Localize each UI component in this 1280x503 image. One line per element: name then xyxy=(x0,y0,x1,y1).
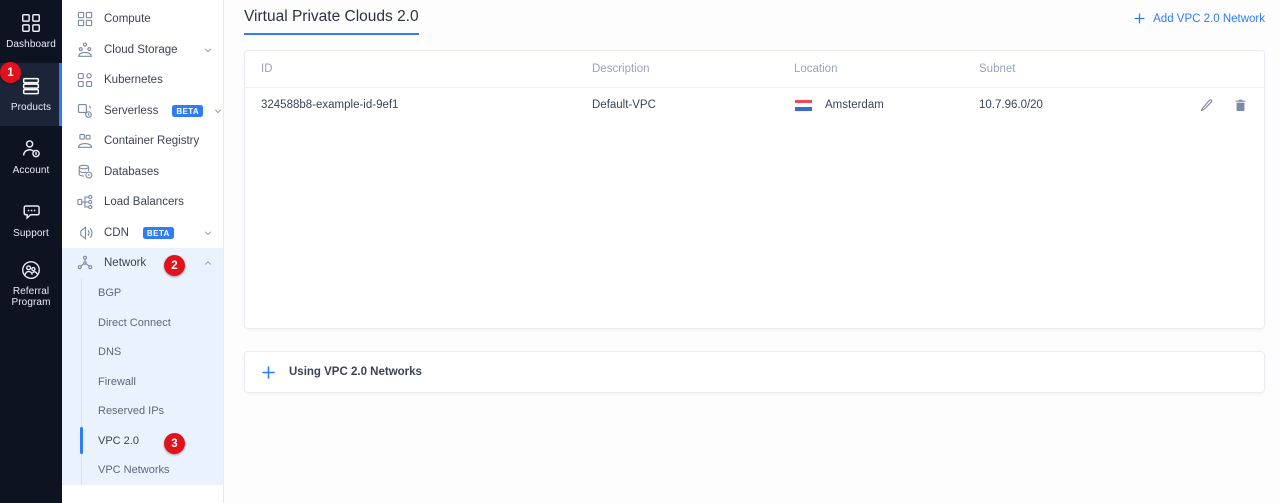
rail-item-referral-program[interactable]: Referral Program xyxy=(0,252,62,315)
sidebar-item-cloud-storage[interactable]: Cloud Storage xyxy=(62,35,223,66)
compute-icon xyxy=(76,10,94,28)
step-badge-1: 1 xyxy=(0,62,21,83)
app-root: Dashboard Products Account Support Refer… xyxy=(0,0,1280,503)
rail-item-dashboard[interactable]: Dashboard xyxy=(0,0,62,63)
sidebar-label-cloud-storage: Cloud Storage xyxy=(104,43,178,56)
cell-location: Amsterdam xyxy=(794,87,979,123)
network-subnav: BGP Direct Connect DNS Firewall Reserved… xyxy=(62,278,223,486)
sidebar-label-firewall: Firewall xyxy=(98,375,136,388)
balancer-icon xyxy=(76,193,94,211)
table-row[interactable]: 324588b8-example-id-9ef1 Default-VPC Ams… xyxy=(245,87,1264,123)
trash-icon[interactable] xyxy=(1233,98,1248,113)
registry-icon xyxy=(76,132,94,150)
sidebar-item-vpc-2-0[interactable]: VPC 2.0 xyxy=(62,426,223,456)
rail-label-referral-program: Referral Program xyxy=(11,285,51,309)
plus-icon xyxy=(1133,12,1146,25)
chevron-up-icon[interactable] xyxy=(203,258,213,268)
sidebar-label-bgp: BGP xyxy=(98,287,122,300)
sidebar-group-network: Network BGP Direct Connect DNS Firewall xyxy=(62,248,223,485)
sidebar-item-reserved-ips[interactable]: Reserved IPs xyxy=(62,397,223,427)
vpc-table: ID Description Location Subnet 324588b8-… xyxy=(245,51,1264,123)
accordion-label: Using VPC 2.0 Networks xyxy=(289,366,422,378)
column-header-description: Description xyxy=(592,51,794,88)
chevron-down-icon[interactable] xyxy=(203,228,213,238)
products-sidebar: Compute Cloud Storage Kubernetes Serverl… xyxy=(62,0,224,503)
storage-icon xyxy=(76,41,94,59)
table-header: ID Description Location Subnet xyxy=(245,51,1264,88)
step-badge-2: 2 xyxy=(164,255,185,276)
account-icon xyxy=(20,138,42,160)
database-icon xyxy=(76,163,94,181)
using-vpc-networks-accordion[interactable]: Using VPC 2.0 Networks xyxy=(244,351,1265,393)
chevron-down-icon[interactable] xyxy=(203,45,213,55)
sidebar-item-load-balancers[interactable]: Load Balancers xyxy=(62,187,223,218)
vpc-table-card: ID Description Location Subnet 324588b8-… xyxy=(244,50,1265,329)
rail-item-account[interactable]: Account xyxy=(0,126,62,189)
serverless-icon xyxy=(76,102,94,120)
sidebar-item-direct-connect[interactable]: Direct Connect xyxy=(62,308,223,338)
page-title: Virtual Private Clouds 2.0 xyxy=(244,8,419,35)
rail-label-account: Account xyxy=(12,165,50,177)
sidebar-item-dns[interactable]: DNS xyxy=(62,338,223,368)
chat-icon xyxy=(20,201,42,223)
sidebar-label-cdn: CDN xyxy=(104,226,129,239)
page-header: Virtual Private Clouds 2.0 Add VPC 2.0 N… xyxy=(244,0,1265,46)
kubernetes-icon xyxy=(76,71,94,89)
sidebar-label-vpc-2-0: VPC 2.0 xyxy=(98,434,139,447)
sidebar-item-compute[interactable]: Compute xyxy=(62,4,223,35)
sidebar-item-firewall[interactable]: Firewall xyxy=(62,367,223,397)
cell-id: 324588b8-example-id-9ef1 xyxy=(261,99,399,112)
sidebar-label-kubernetes: Kubernetes xyxy=(104,74,163,87)
sidebar-item-kubernetes[interactable]: Kubernetes xyxy=(62,65,223,96)
rail-item-support[interactable]: Support xyxy=(0,189,62,252)
sidebar-label-databases: Databases xyxy=(104,165,159,178)
sidebar-label-container-registry: Container Registry xyxy=(104,135,200,148)
people-icon xyxy=(20,259,42,281)
sidebar-item-databases[interactable]: Databases xyxy=(62,157,223,188)
sidebar-label-compute: Compute xyxy=(104,13,151,26)
cell-actions xyxy=(1174,87,1264,123)
main-content: Virtual Private Clouds 2.0 Add VPC 2.0 N… xyxy=(224,0,1280,503)
table-header-row: ID Description Location Subnet xyxy=(245,51,1264,88)
column-header-location: Location xyxy=(794,51,979,88)
sidebar-label-network: Network xyxy=(104,257,147,270)
sidebar-item-container-registry[interactable]: Container Registry xyxy=(62,126,223,157)
rail-label-dashboard: Dashboard xyxy=(6,39,56,51)
chevron-down-icon[interactable] xyxy=(213,106,223,116)
sidebar-item-network[interactable]: Network xyxy=(62,248,223,279)
plus-icon xyxy=(261,365,276,380)
network-icon xyxy=(76,254,94,272)
column-header-actions xyxy=(1174,51,1264,88)
cell-description: Default-VPC xyxy=(592,99,656,112)
sidebar-label-dns: DNS xyxy=(98,346,122,359)
grid-icon xyxy=(20,12,42,34)
column-header-subnet: Subnet xyxy=(979,51,1174,88)
sidebar-label-serverless: Serverless xyxy=(104,104,159,117)
rail-label-support: Support xyxy=(13,228,49,240)
pencil-icon[interactable] xyxy=(1199,98,1214,113)
add-vpc-network-button[interactable]: Add VPC 2.0 Network xyxy=(1133,8,1265,25)
sidebar-label-reserved-ips: Reserved IPs xyxy=(98,405,165,418)
sidebar-item-bgp[interactable]: BGP xyxy=(62,279,223,309)
sidebar-item-cdn[interactable]: CDN BETA xyxy=(62,218,223,249)
location-label: Amsterdam xyxy=(825,99,884,112)
sidebar-label-direct-connect: Direct Connect xyxy=(98,316,171,329)
table-body: 324588b8-example-id-9ef1 Default-VPC Ams… xyxy=(245,87,1264,123)
add-vpc-network-label: Add VPC 2.0 Network xyxy=(1153,12,1265,25)
sidebar-item-vpc-networks[interactable]: VPC Networks xyxy=(62,456,223,486)
rail-label-products: Products xyxy=(10,102,52,114)
layers-icon xyxy=(20,75,42,97)
netherlands-flag-icon xyxy=(794,98,813,112)
badge-beta-serverless: BETA xyxy=(172,104,204,117)
cell-subnet: 10.7.96.0/20 xyxy=(979,99,1043,112)
sidebar-label-vpc-networks: VPC Networks xyxy=(98,464,170,477)
badge-beta-cdn: BETA xyxy=(142,226,174,239)
sidebar-label-load-balancers: Load Balancers xyxy=(104,196,184,209)
cdn-icon xyxy=(76,224,94,242)
column-header-id: ID xyxy=(245,51,592,88)
step-badge-3: 3 xyxy=(164,433,185,454)
sidebar-item-serverless[interactable]: Serverless BETA xyxy=(62,96,223,127)
